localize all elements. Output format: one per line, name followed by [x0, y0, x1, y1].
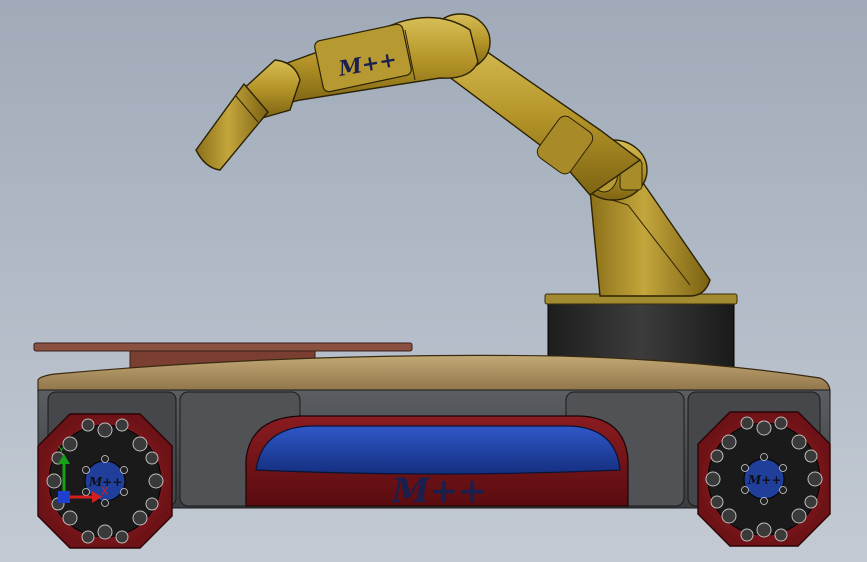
right-hub-logo: M++	[747, 473, 781, 487]
triad-x-label: X	[101, 485, 109, 498]
z-axis-icon	[58, 491, 70, 503]
triad-y-label: Y	[57, 444, 65, 457]
cad-viewport[interactable]: M++ M++ M++ M++ Y X	[0, 0, 867, 562]
robot-arm	[195, 13, 711, 297]
base-logo: M++	[391, 471, 487, 511]
robot-model-scene: M++ M++ M++ M++ Y X	[33, 13, 831, 549]
